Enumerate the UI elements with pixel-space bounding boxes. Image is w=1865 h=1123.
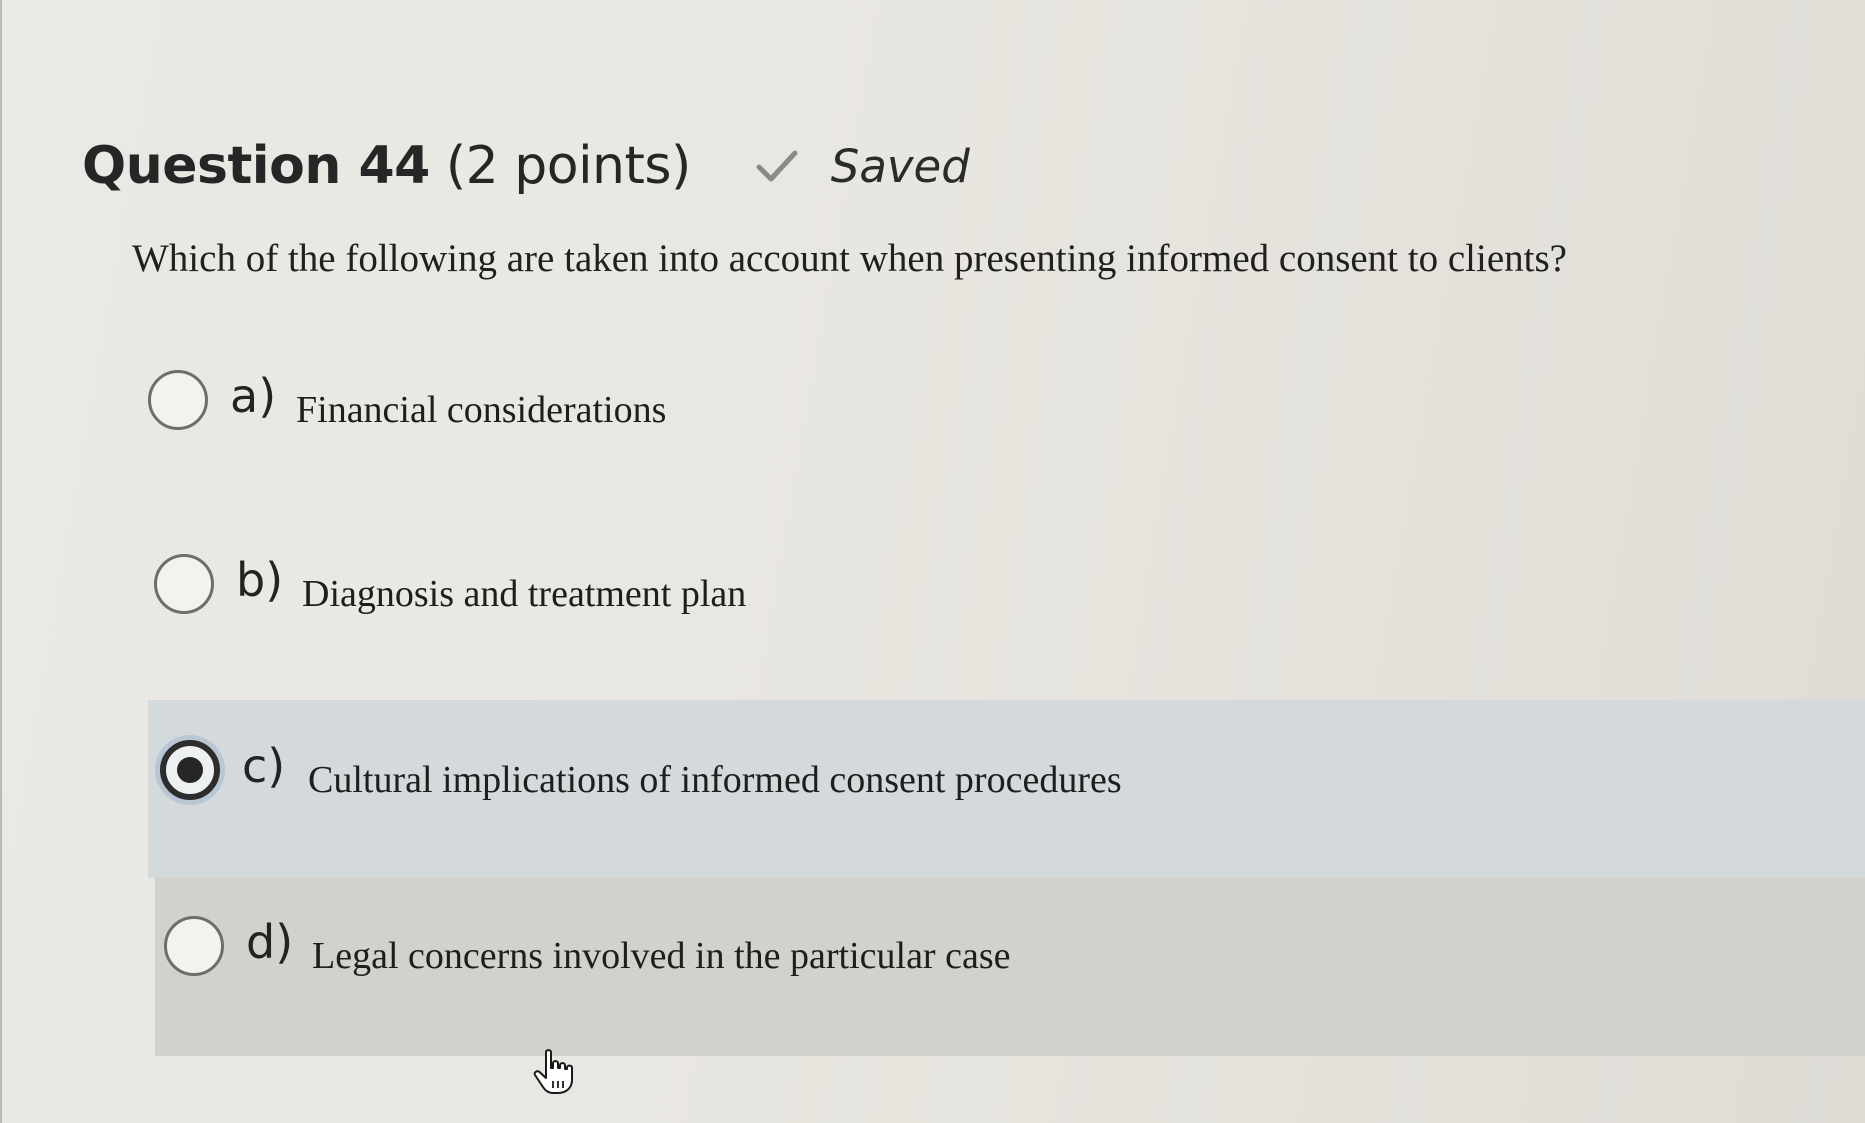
option-c-letter: c) (242, 739, 286, 793)
option-c-label[interactable]: Cultural implications of informed consen… (308, 758, 1122, 802)
question-prompt: Which of the following are taken into ac… (132, 237, 1567, 280)
radio-button-d[interactable] (164, 916, 224, 976)
saved-label: Saved (830, 139, 970, 193)
saved-status: Saved (755, 140, 970, 193)
radio-button-a[interactable] (148, 370, 208, 430)
hand-pointer-icon (533, 1049, 573, 1094)
radio-button-c-selected[interactable] (160, 740, 220, 800)
option-b-letter: b) (236, 553, 284, 607)
option-c[interactable]: c) Cultural implications of informed con… (160, 739, 1122, 802)
window-edge (0, 0, 2, 1123)
question-points: (2 points) (429, 136, 691, 196)
option-a-letter: a) (230, 369, 277, 423)
question-number: Question 44 (82, 136, 430, 196)
radio-button-b[interactable] (154, 554, 214, 614)
option-d[interactable]: d) Legal concerns involved in the partic… (164, 915, 1010, 978)
question-title: Question 44 (2 points) (82, 136, 691, 196)
option-d-letter: d) (246, 915, 294, 969)
option-a[interactable]: a) Financial considerations (148, 369, 666, 432)
question-header: Question 44 (2 points) Saved (82, 126, 970, 206)
check-icon (756, 150, 798, 182)
option-b-label[interactable]: Diagnosis and treatment plan (302, 572, 746, 616)
option-a-label[interactable]: Financial considerations (296, 388, 666, 432)
option-d-label[interactable]: Legal concerns involved in the particula… (312, 934, 1010, 978)
option-b[interactable]: b) Diagnosis and treatment plan (154, 553, 746, 616)
